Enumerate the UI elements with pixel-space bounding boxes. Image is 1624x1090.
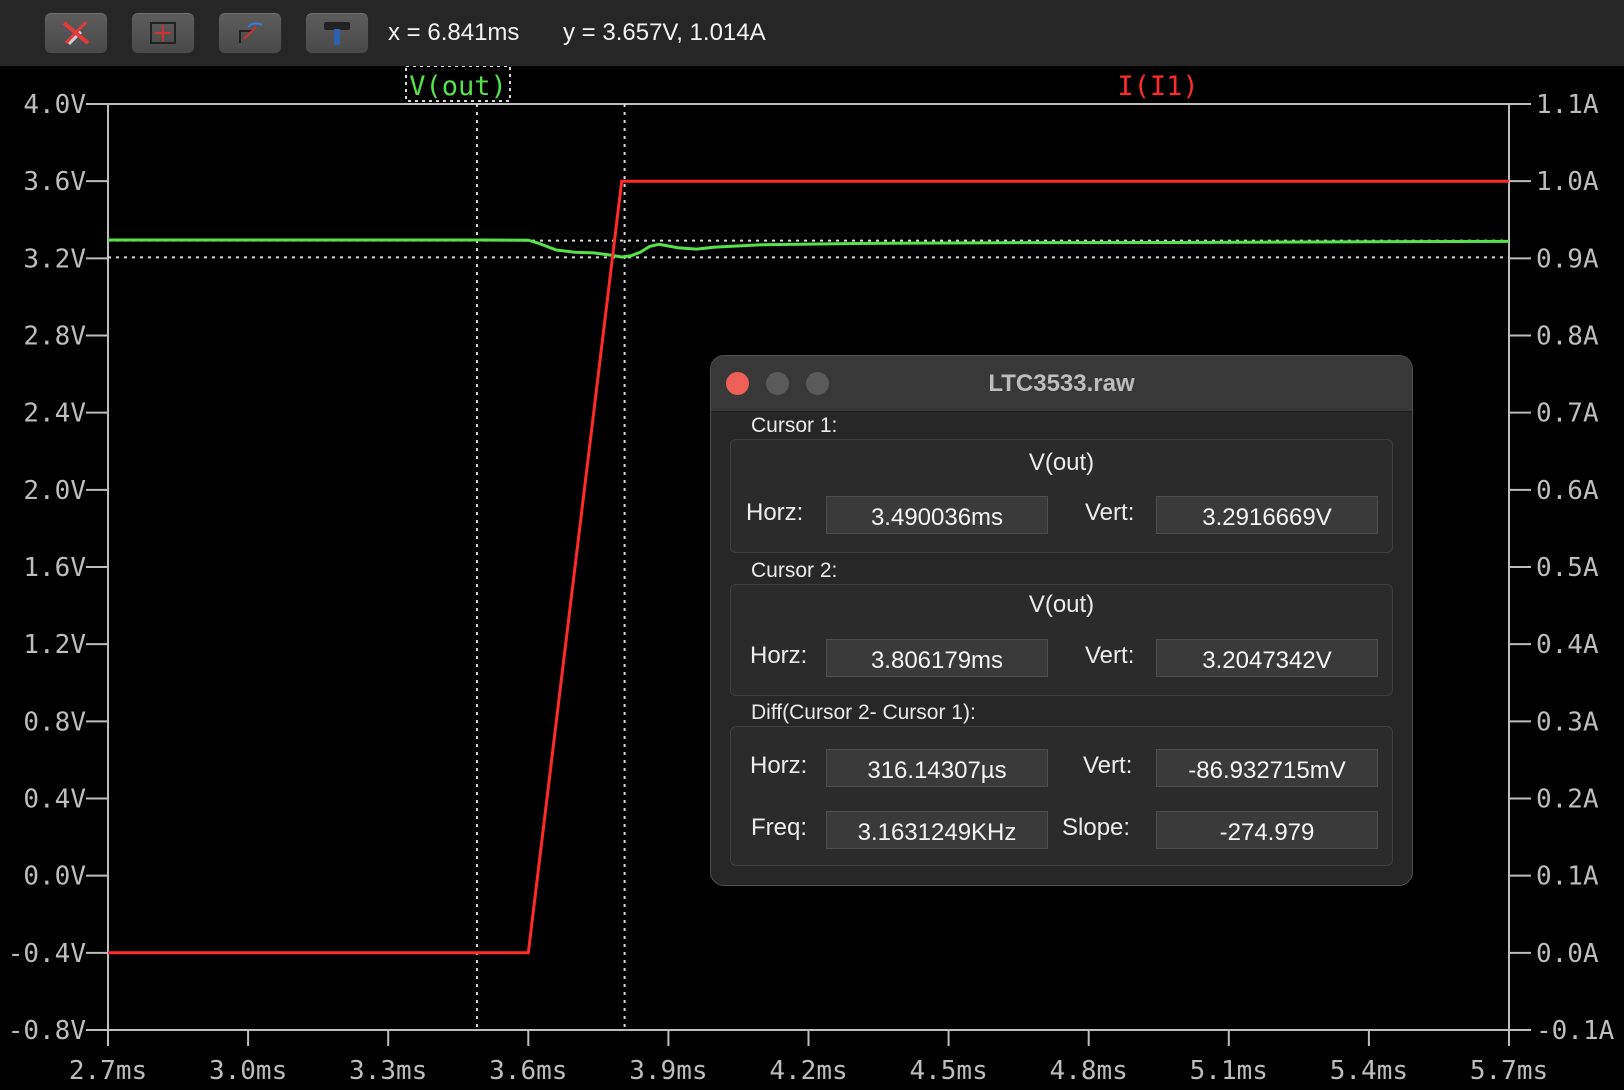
diff-label: Diff(Cursor 2- Cursor 1): — [751, 701, 976, 724]
cursor1-horz-field[interactable]: 3.490036ms — [826, 496, 1048, 534]
vout-trace — [108, 238, 1510, 259]
left-axis-tick-label: 2.8V — [23, 322, 86, 352]
left-axis-tick-label: 0.4V — [23, 785, 86, 815]
dialog-titlebar[interactable]: LTC3533.raw — [711, 356, 1412, 412]
x-readout: x = 6.841ms — [388, 19, 520, 46]
current-trace-label[interactable]: I(I1) — [1117, 71, 1198, 102]
x-axis-tick-label: 3.9ms — [629, 1056, 707, 1086]
x-axis-tick-label: 3.0ms — [209, 1056, 287, 1086]
left-axis-ticks: 4.0V 3.6V 3.2V 2.8V 2.4V 2.0V 1.6V 1.2V 0.8V 0.4V… — [8, 90, 108, 1046]
zoom-back-button[interactable] — [218, 12, 282, 54]
toolbar: x = 6.841ms y = 3.657V, 1.014A — [0, 0, 1624, 67]
right-axis-tick-label: 0.1A — [1536, 862, 1599, 892]
diff-horz-field[interactable]: 316.14307µs — [826, 749, 1048, 787]
x-axis-tick-label: 3.6ms — [489, 1056, 567, 1086]
y-readout: y = 3.657V, 1.014A — [563, 19, 766, 46]
x-axis-tick-label: 4.8ms — [1050, 1056, 1128, 1086]
x-axis-tick-label: 3.3ms — [349, 1056, 427, 1086]
right-axis-tick-label: 0.4A — [1536, 630, 1599, 660]
left-axis-tick-label: 0.0V — [23, 862, 86, 892]
cursor1-label: Cursor 1: — [751, 414, 838, 437]
cursor-readout-dialog: LTC3533.raw Cursor 1: V(out) Horz: 3.490… — [710, 355, 1413, 886]
right-axis-ticks: 1.1A 1.0A 0.9A 0.8A 0.7A 0.6A 0.5A 0.4A 0.3A 0.2A… — [1509, 90, 1615, 1046]
right-axis-tick-label: 0.2A — [1536, 785, 1599, 815]
cursor2-vert-label: Vert: — [1085, 642, 1135, 669]
cursor2-horz-label: Horz: — [750, 642, 808, 669]
cursor2-vert-field[interactable]: 3.2047342V — [1156, 639, 1378, 677]
hammer-button[interactable] — [305, 12, 369, 54]
zoom-back-icon — [239, 22, 263, 43]
right-axis-tick-label: 0.6A — [1536, 476, 1599, 506]
cursor2-trace: V(out) — [1028, 591, 1095, 618]
cursor1-vert-field[interactable]: 3.2916669V — [1156, 496, 1378, 534]
right-axis-tick-label: 0.7A — [1536, 399, 1599, 429]
right-axis-tick-label: 0.3A — [1536, 707, 1599, 737]
right-axis-tick-label: 1.0A — [1536, 167, 1599, 197]
left-axis-tick-label: 0.8V — [23, 707, 86, 737]
x-axis-tick-label: 2.7ms — [69, 1056, 147, 1086]
x-axis-tick-label: 4.5ms — [909, 1056, 987, 1086]
diff-freq-label: Freq: — [751, 814, 808, 841]
zoom-extents-button[interactable] — [131, 12, 195, 54]
right-axis-tick-label: -0.1A — [1536, 1016, 1615, 1046]
x-axis-tick-label: 4.2ms — [769, 1056, 847, 1086]
probe-cancel-button[interactable] — [44, 12, 108, 54]
x-axis-ticks: 2.7ms 3.0ms 3.3ms 3.6ms 3.9ms 4.2ms 4.5ms 4.8ms… — [69, 1030, 1548, 1086]
probe-cancel-icon — [62, 20, 90, 45]
left-axis-tick-label: 4.0V — [23, 90, 86, 120]
right-axis-tick-label: 0.8A — [1536, 322, 1599, 352]
diff-freq-field[interactable]: 3.1631249KHz — [826, 811, 1048, 849]
left-axis-tick-label: -0.4V — [8, 939, 86, 969]
diff-horz-label: Horz: — [750, 752, 808, 779]
hammer-icon — [324, 22, 350, 45]
left-axis-tick-label: -0.8V — [8, 1016, 86, 1046]
cursor2-group: V(out) Horz: 3.806179ms Vert: 3.2047342V — [730, 584, 1393, 696]
right-axis-tick-label: 1.1A — [1536, 90, 1599, 120]
x-axis-tick-label: 5.4ms — [1330, 1056, 1408, 1086]
cursor1-horz-label: Horz: — [746, 499, 804, 526]
diff-group: Horz: 316.14307µs Vert: -86.932715mV Fre… — [730, 726, 1393, 866]
left-axis-tick-label: 1.2V — [23, 630, 86, 660]
cursor2-horz-field[interactable]: 3.806179ms — [826, 639, 1048, 677]
zoom-extents-icon — [150, 22, 176, 44]
right-axis-tick-label: 0.5A — [1536, 553, 1599, 583]
cursor1-trace: V(out) — [1028, 449, 1095, 476]
cursor2-label: Cursor 2: — [751, 559, 838, 582]
left-axis-tick-label: 2.4V — [23, 399, 86, 429]
diff-slope-label: Slope: — [1062, 814, 1131, 841]
trace-labels[interactable]: V(out) I(I1) — [405, 66, 1199, 102]
cursor1-group: V(out) Horz: 3.490036ms Vert: 3.2916669V — [730, 439, 1393, 553]
right-axis-tick-label: 0.0A — [1536, 939, 1599, 969]
left-axis-tick-label: 2.0V — [23, 476, 86, 506]
x-axis-tick-label: 5.7ms — [1470, 1056, 1548, 1086]
dialog-title: LTC3533.raw — [988, 370, 1135, 397]
left-axis-tick-label: 3.2V — [23, 244, 86, 274]
left-axis-tick-label: 1.6V — [23, 553, 86, 583]
diff-vert-field[interactable]: -86.932715mV — [1156, 749, 1378, 787]
right-axis-tick-label: 0.9A — [1536, 244, 1599, 274]
vout-trace-label[interactable]: V(out) — [409, 71, 507, 102]
cursor1-vert-label: Vert: — [1085, 499, 1135, 526]
left-axis-tick-label: 3.6V — [23, 167, 86, 197]
diff-vert-label: Vert: — [1083, 752, 1133, 779]
diff-slope-field[interactable]: -274.979 — [1156, 811, 1378, 849]
x-axis-tick-label: 5.1ms — [1190, 1056, 1268, 1086]
